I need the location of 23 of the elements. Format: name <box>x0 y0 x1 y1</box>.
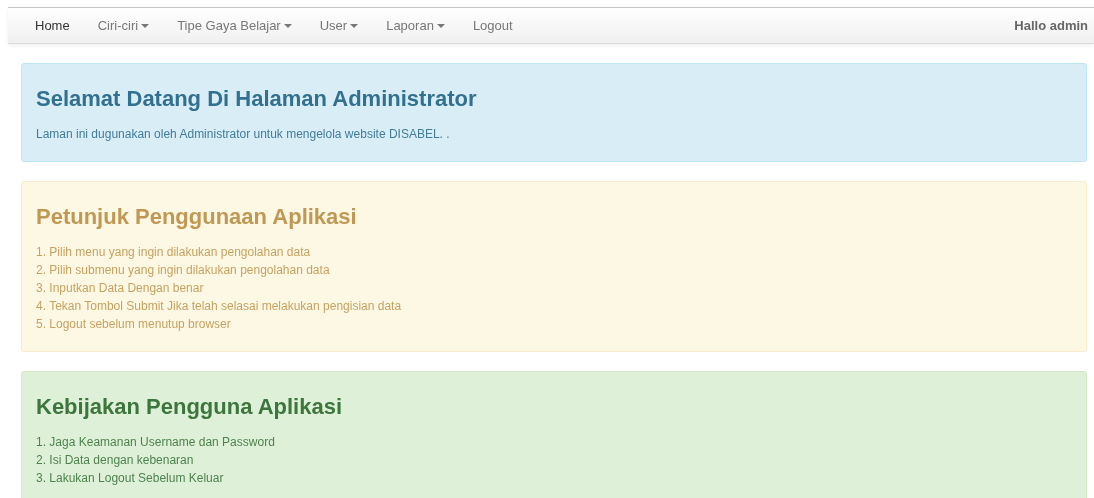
caret-icon <box>350 23 359 28</box>
panel-heading: Kebijakan Pengguna Aplikasi <box>36 393 344 421</box>
panel-text: 5. Logout sebelum menutup browser <box>36 316 232 333</box>
panel-text: Laman ini dugunakan oleh Administrator untuk mengelola website DISABEL. . <box>36 126 451 143</box>
panel-text: 1. Jaga Keamanan Username dan Password <box>36 434 276 451</box>
dropdown-menu[interactable]: Laporan <box>372 7 459 44</box>
panel-text: 2. Pilih submenu yang ingin dilakukan pengolahan data <box>36 262 331 279</box>
dropdown-menu[interactable]: User <box>305 7 373 44</box>
greeting-text: Hallo admin <box>1014 16 1088 35</box>
caret-icon <box>283 23 292 28</box>
panel-heading: Petunjuk Penggunaan Aplikasi <box>36 203 358 231</box>
nav-link[interactable]: Logout <box>458 7 527 44</box>
dropdown-menu[interactable]: Tipe Gaya Belajar <box>163 7 306 44</box>
panel-text: 2. Isi Data dengan kebenaran <box>36 452 195 469</box>
caret-icon <box>436 23 445 28</box>
panel-text: 4. Tekan Tombol Submit Jika telah selasai melakukan pengisian data <box>36 298 403 315</box>
panel-text: 3. Inputkan Data Dengan benar <box>36 280 205 297</box>
panel-heading: Selamat Datang Di Halaman Administrator <box>36 85 478 113</box>
panel-text: 1. Pilih menu yang ingin dilakukan pengolahan data <box>36 244 312 261</box>
panel-text: 3. Lakukan Logout Sebelum Keluar <box>36 470 225 487</box>
nav-link[interactable]: Home <box>21 7 84 44</box>
caret-icon <box>141 23 150 28</box>
dropdown-menu[interactable]: Ciri-ciri <box>83 7 164 44</box>
